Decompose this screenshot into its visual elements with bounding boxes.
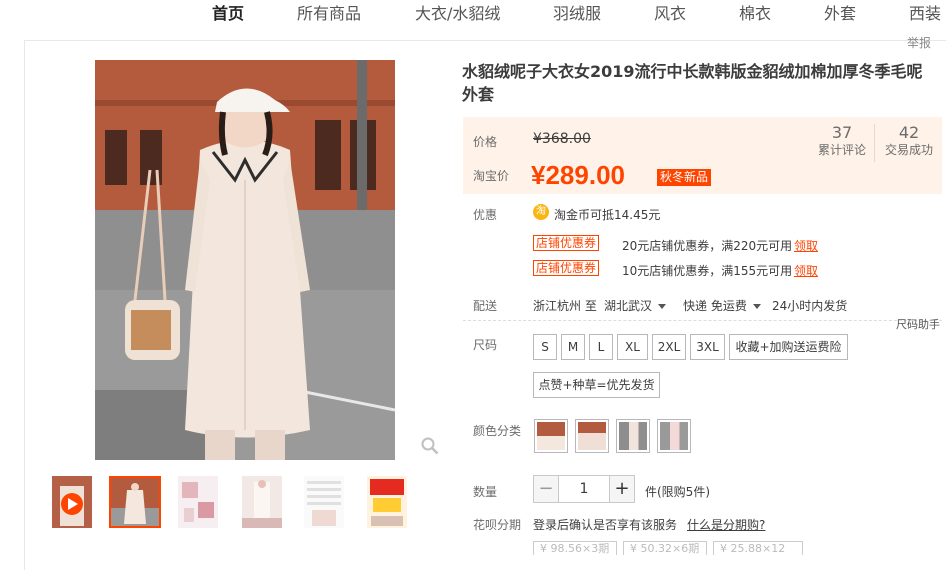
size-option-favorite-insurance[interactable]: 收藏+加购送运费险 (729, 334, 848, 360)
size-helper-link[interactable]: 尺码助手 (896, 316, 940, 332)
huabei-label: 花呗分期 (473, 518, 522, 532)
color-swatch-image (660, 422, 688, 450)
size-option-l[interactable]: L (589, 334, 613, 360)
original-price: ¥368.00 (533, 131, 591, 147)
reviews-count: 37 (831, 123, 853, 142)
size-option-xl[interactable]: XL (617, 334, 648, 360)
installment-option-3[interactable]: ¥ 25.88×12期 (713, 541, 803, 555)
size-option-m[interactable]: M (561, 334, 585, 360)
nav-trench[interactable]: 风衣 (654, 0, 686, 24)
sales-label: 交易成功 (884, 143, 933, 157)
price-label: 价格 (473, 135, 498, 149)
quantity-label: 数量 (473, 485, 498, 499)
size-label: 尺码 (473, 338, 498, 352)
claim-coupon-1-link[interactable]: 领取 (794, 237, 818, 254)
color-swatch-4[interactable] (657, 419, 691, 453)
nav-down-jackets[interactable]: 羽绒服 (553, 0, 601, 24)
sales-stat: 42 交易成功 (876, 124, 942, 158)
claim-coupon-2-link[interactable]: 领取 (794, 262, 818, 279)
color-swatch-image (537, 422, 565, 450)
nav-coats[interactable]: 大衣/水貂绒 (415, 0, 500, 24)
thumbnail-5[interactable] (304, 476, 356, 528)
nav-cotton[interactable]: 棉衣 (739, 0, 771, 24)
stat-divider (874, 124, 875, 162)
sales-count: 42 (898, 123, 920, 142)
color-swatch-2[interactable] (575, 419, 609, 453)
report-link[interactable]: 举报 (907, 34, 931, 51)
size-option-2xl[interactable]: 2XL (652, 334, 686, 360)
color-swatch-image (619, 422, 647, 450)
delivery-label: 配送 (473, 299, 498, 313)
coupon-tag-2: 店铺优惠券 (533, 260, 600, 276)
main-product-image[interactable] (95, 60, 395, 460)
thumbnail-6[interactable] (367, 476, 419, 528)
reviews-label: 累计评论 (817, 143, 866, 157)
installment-option-1[interactable]: ¥ 98.56×3期 (533, 541, 617, 555)
delivery-from: 浙江杭州 至 (533, 299, 597, 313)
color-swatch-image (578, 422, 606, 450)
quantity-increase-button[interactable]: + (609, 475, 635, 503)
nav-home[interactable]: 首页 (212, 0, 244, 24)
divider (463, 320, 942, 321)
size-option-like-priority[interactable]: 点赞+种草=优先发货 (533, 372, 660, 398)
coupon-text-2: 10元店铺优惠券，满155元可用 (622, 264, 793, 278)
chevron-down-icon (658, 304, 667, 309)
magnify-icon[interactable] (421, 437, 439, 455)
model-photo-illustration (95, 60, 395, 460)
nav-all-products[interactable]: 所有商品 (297, 0, 361, 24)
coin-text: 淘金币可抵14.45元 (554, 208, 661, 222)
current-price: ¥289.00 (531, 160, 625, 190)
color-swatch-1[interactable] (534, 419, 568, 453)
coupon-text-1: 20元店铺优惠券，满220元可用 (622, 239, 793, 253)
thumbnail-4[interactable] (242, 476, 294, 528)
huabei-text: 登录后确认是否享有该服务 (533, 518, 678, 532)
chevron-down-icon (752, 304, 761, 309)
color-label: 颜色分类 (473, 424, 522, 438)
taobao-price-label: 淘宝价 (473, 169, 510, 183)
delivery-method-select[interactable]: 快递 免运费 (683, 297, 761, 314)
delivery-method: 快递 免运费 (683, 299, 747, 313)
product-title: 水貂绒呢子大衣女2019流行中长款韩版金貂绒加棉加厚冬季毛呢外套 (462, 62, 923, 104)
color-swatch-3[interactable] (616, 419, 650, 453)
promo-label: 优惠 (473, 208, 498, 222)
size-option-s[interactable]: S (533, 334, 557, 360)
thumbnail-video[interactable] (52, 476, 104, 528)
delivery-destination: 湖北武汉 (604, 299, 653, 313)
delivery-destination-select[interactable]: 湖北武汉 (604, 297, 667, 314)
delivery-time: 24小时内发货 (772, 299, 848, 313)
size-option-3xl[interactable]: 3XL (690, 334, 725, 360)
nav-suits[interactable]: 西装 (909, 0, 941, 24)
thumbnail-3[interactable] (178, 476, 230, 528)
installment-option-2[interactable]: ¥ 50.32×6期 (623, 541, 707, 555)
taobao-coin-icon: 淘 (533, 204, 549, 220)
coupon-tag-1: 店铺优惠券 (533, 235, 600, 251)
thumbnail-2[interactable] (109, 476, 161, 528)
nav-jackets[interactable]: 外套 (824, 0, 856, 24)
installment-info-link[interactable]: 什么是分期购? (687, 516, 765, 533)
quantity-decrease-button[interactable]: − (533, 475, 559, 503)
reviews-stat[interactable]: 37 累计评论 (809, 124, 875, 158)
top-nav: 首页 所有商品 大衣/水貂绒 羽绒服 风衣 棉衣 外套 西装 (0, 0, 946, 28)
season-badge: 秋冬新品 (657, 169, 712, 186)
quantity-input[interactable]: 1 (559, 475, 609, 503)
quantity-limit: 件(限购5件) (645, 485, 710, 499)
